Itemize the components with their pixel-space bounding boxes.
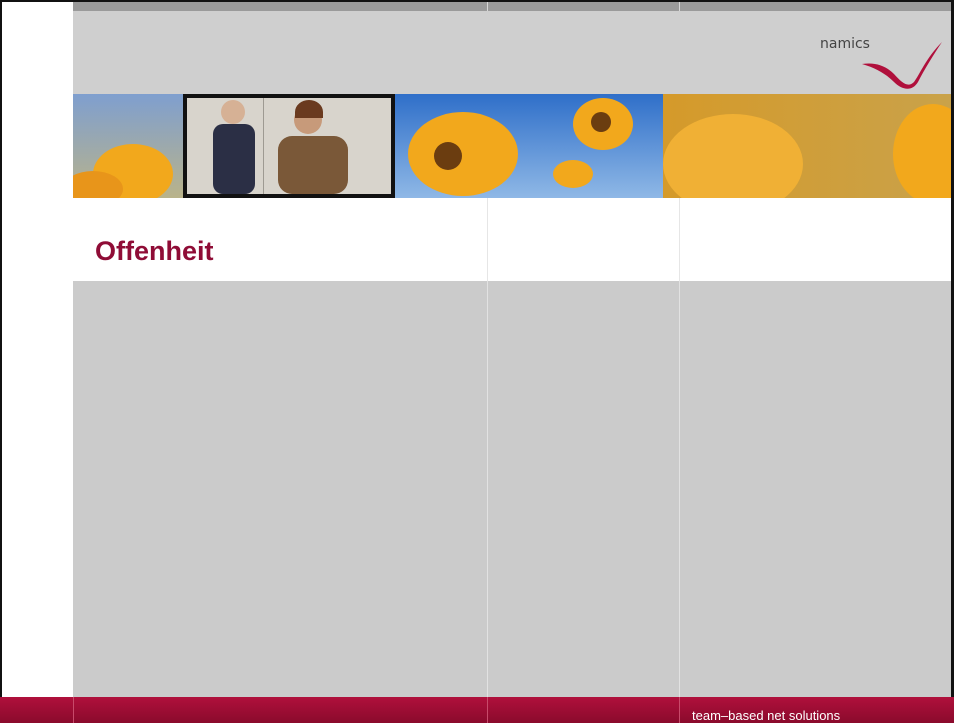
footer-divider — [487, 697, 488, 723]
content-area — [73, 281, 951, 697]
column-divider — [487, 2, 488, 11]
column-divider — [679, 2, 680, 11]
column-divider — [487, 281, 488, 697]
footer-bar: team–based net solutions — [0, 697, 954, 723]
column-divider — [679, 198, 680, 281]
column-divider — [487, 198, 488, 281]
top-grey-strip — [73, 2, 951, 11]
namics-logo: namics — [820, 36, 945, 96]
frame-left-border — [0, 0, 2, 723]
footer-tagline: team–based net solutions — [692, 708, 841, 723]
footer-divider — [679, 697, 680, 723]
column-divider — [679, 281, 680, 697]
sunflower-photo-banner — [73, 94, 951, 198]
swoosh-logo-icon — [862, 42, 942, 89]
slide-title: Offenheit — [95, 236, 214, 266]
footer-divider — [73, 697, 74, 723]
